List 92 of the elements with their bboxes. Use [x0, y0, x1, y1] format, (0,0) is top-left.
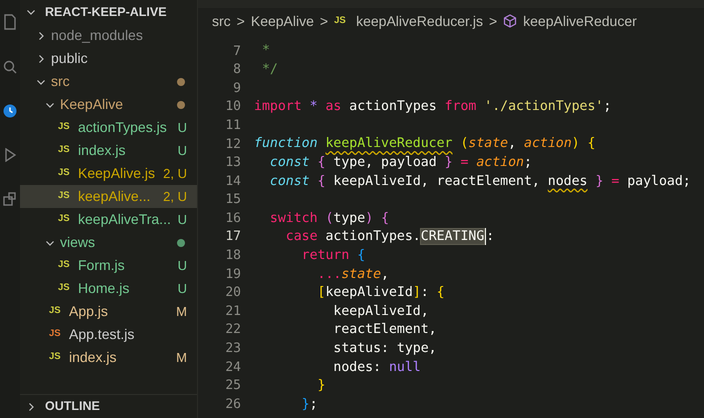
- breadcrumb-separator: >: [236, 12, 245, 30]
- chevron-icon[interactable]: [36, 30, 46, 40]
- code-line: keepAliveId,: [332, 302, 429, 321]
- run-icon[interactable]: [4, 148, 16, 162]
- file-name[interactable]: Home.js: [78, 278, 178, 299]
- js-file-icon: JS: [58, 120, 74, 135]
- explorer-title: REACT-KEEP-ALIVE: [45, 4, 167, 21]
- js-file-icon: JS: [58, 258, 74, 273]
- file-name[interactable]: index.js: [78, 140, 178, 161]
- file-name[interactable]: App.test.js: [69, 324, 187, 345]
- code-line: return {: [300, 246, 366, 265]
- search-icon[interactable]: [3, 60, 17, 74]
- line-number: 14: [224, 172, 242, 191]
- text-cursor: [484, 228, 486, 246]
- code-line: };: [300, 396, 318, 414]
- code-line: nodes: null: [332, 358, 421, 376]
- git-status: U: [178, 118, 187, 137]
- code-line: import * as actionTypes from './actionTypes';: [254, 98, 612, 116]
- line-number: 19: [224, 266, 242, 284]
- file-name[interactable]: actionTypes.js: [78, 117, 178, 138]
- line-number: 22: [224, 321, 242, 340]
- code-line: reactElement,: [332, 321, 437, 340]
- folder-name[interactable]: views: [60, 232, 177, 253]
- js-file-icon: JS: [49, 327, 65, 342]
- breadcrumb-item[interactable]: KeepAlive: [250, 10, 314, 32]
- line-number: 18: [224, 247, 242, 266]
- chevron-icon[interactable]: [26, 402, 36, 412]
- git-status: 2, U: [163, 188, 187, 206]
- breadcrumb-separator: >: [488, 12, 498, 30]
- file-name[interactable]: index.js: [69, 347, 176, 368]
- js-file-icon: JS: [58, 143, 74, 158]
- line-number: 13: [224, 154, 242, 172]
- line-number: 25: [224, 377, 242, 396]
- line-number: 20: [224, 284, 242, 302]
- file-name[interactable]: KeepAlive.js: [78, 163, 164, 184]
- line-number: 11: [224, 116, 242, 135]
- code-line: status: type,: [332, 340, 437, 358]
- line-number: 16: [224, 210, 242, 228]
- line-number: 26: [224, 396, 242, 414]
- code-line: case actionTypes.CREATING:: [284, 227, 494, 248]
- line-number: 12: [224, 136, 242, 154]
- line-number: 23: [224, 340, 242, 358]
- extensions-icon[interactable]: [3, 192, 17, 206]
- file-name[interactable]: Form.js: [78, 255, 178, 276]
- outline-title: OUTLINE: [45, 398, 100, 416]
- breadcrumb-separator: >: [320, 12, 328, 30]
- folder-name[interactable]: node_modules: [51, 25, 187, 46]
- file-name[interactable]: keepAlive...: [78, 186, 164, 207]
- files-icon[interactable]: [3, 14, 17, 30]
- line-number: 8: [232, 61, 242, 80]
- breadcrumb-item[interactable]: keepAliveReducer.js: [356, 10, 483, 32]
- line-number: 7: [232, 42, 242, 61]
- git-status: U: [178, 142, 187, 160]
- cube-icon: [503, 14, 518, 28]
- folder-name[interactable]: KeepAlive: [60, 94, 177, 115]
- git-status: U: [178, 210, 187, 229]
- code-line: */: [260, 61, 278, 79]
- git-status: U: [178, 256, 187, 275]
- code-line: *: [260, 42, 270, 60]
- breadcrumb-item[interactable]: src: [212, 10, 231, 32]
- line-number: 15: [224, 191, 242, 210]
- folder-name[interactable]: src: [51, 71, 177, 92]
- js-file-icon: JS: [49, 304, 65, 319]
- file-name[interactable]: App.js: [69, 301, 176, 322]
- git-status: M: [176, 302, 187, 321]
- code-line: switch (type) {: [268, 210, 390, 228]
- line-number: 10: [224, 98, 242, 116]
- clock-icon[interactable]: [3, 104, 17, 118]
- js-file-icon: JS: [58, 166, 74, 181]
- js-file-icon: JS: [334, 14, 350, 28]
- chevron-icon[interactable]: [36, 54, 46, 64]
- js-file-icon: JS: [49, 350, 65, 365]
- js-file-icon: JS: [58, 281, 74, 296]
- js-file-icon: JS: [58, 189, 74, 204]
- code-line: [keepAliveId]: {: [316, 284, 445, 302]
- git-status: 2, U: [163, 164, 187, 183]
- code-line: const { type, payload } = action;: [268, 154, 532, 172]
- code-line: }: [316, 377, 326, 396]
- line-number: 9: [232, 80, 242, 98]
- code-line: function keepAliveReducer (state, action) {: [254, 135, 596, 154]
- code-line: ...state,: [316, 266, 389, 284]
- git-status: U: [178, 280, 187, 298]
- line-number: 24: [224, 358, 242, 377]
- line-number: 21: [224, 302, 242, 321]
- folder-name[interactable]: public: [51, 48, 187, 69]
- line-number: 17: [224, 228, 242, 246]
- breadcrumb-item[interactable]: keepAliveReducer: [523, 10, 637, 32]
- git-status: M: [176, 348, 187, 367]
- chevron-icon[interactable]: [26, 7, 36, 17]
- js-file-icon: JS: [58, 212, 74, 227]
- file-name[interactable]: keepAliveTra...: [78, 209, 178, 230]
- code-line: const { keepAliveId, reactElement, nodes } = payload;: [268, 172, 691, 191]
